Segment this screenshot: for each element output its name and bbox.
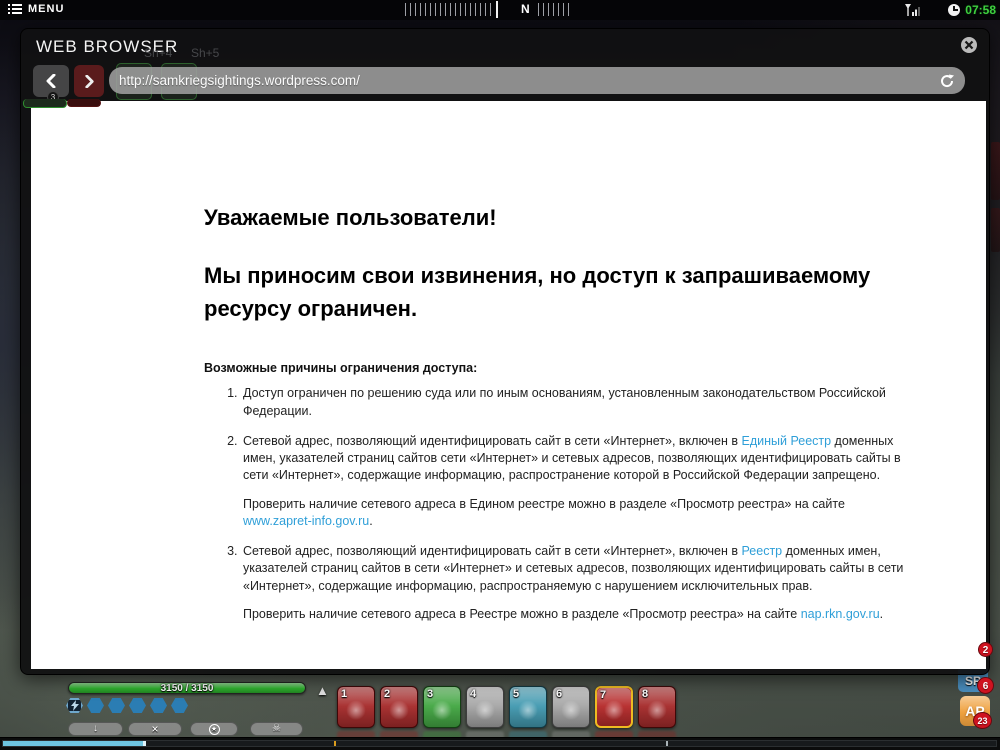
menu-icon: [8, 3, 22, 15]
reason-2-check-text: Проверить наличие сетевого адреса в Един…: [243, 497, 845, 511]
slot-key: 4: [470, 688, 476, 700]
forward-icon: [84, 75, 95, 88]
xp-marker: [143, 741, 146, 746]
slot-key: 1: [341, 688, 347, 700]
skull-icon: ☠: [272, 724, 281, 734]
health-value: 3150 / 3150: [69, 683, 305, 693]
skull-button[interactable]: ☠: [250, 722, 303, 736]
register-link[interactable]: Реестр: [742, 544, 783, 558]
hidden-counter-badge: 2: [978, 642, 993, 657]
sp-counter-badge: 6: [977, 677, 994, 694]
ability-slot-8[interactable]: 8: [638, 686, 676, 728]
menu-button[interactable]: MENU: [8, 3, 64, 15]
shortcut-hint-2: Sh+5: [191, 46, 219, 60]
reason-2-check: Проверить наличие сетевого адреса в Един…: [243, 496, 916, 531]
lightning-icon: [66, 698, 83, 713]
down-arrow-icon: ↓: [93, 724, 98, 734]
slot-key: 5: [513, 688, 519, 700]
xp-bar: [2, 740, 997, 747]
compass-heading-marker: [496, 1, 498, 18]
reason-2-check-period: .: [369, 514, 372, 528]
signal-icon: [900, 3, 922, 17]
pentagram-icon: ★: [209, 724, 220, 735]
resource-pip: [87, 698, 104, 713]
url-bar[interactable]: http://samkriegsightings.wordpress.com/: [109, 67, 965, 94]
shortcut-hint-1: Sh+4: [144, 46, 172, 60]
ability-slot-3[interactable]: 3: [423, 686, 461, 728]
reason-1-text: Доступ ограничен по решению суда или по …: [243, 386, 886, 417]
resource-pip: [129, 698, 146, 713]
close-icon[interactable]: [960, 36, 978, 54]
menu-label: MENU: [28, 3, 64, 15]
nap-rkn-link[interactable]: nap.rkn.gov.ru: [801, 607, 880, 621]
back-icon: [45, 74, 57, 88]
notice-heading: Уважаемые пользователи!: [204, 205, 946, 231]
resource-pip: [171, 698, 188, 713]
reason-item-3: Сетевой адрес, позволяющий идентифициров…: [241, 543, 916, 623]
ability-bar: 1 2 3 4 5 6 7 8: [337, 686, 676, 728]
reason-3-text-before: Сетевой адрес, позволяющий идентифициров…: [243, 544, 742, 558]
slot-key: 6: [556, 688, 562, 700]
xp-bar-fill: [3, 741, 143, 746]
xp-yellow-tick: [334, 741, 336, 746]
clock-time: 07:58: [965, 3, 996, 17]
x-icon: ×: [151, 723, 158, 735]
occluded-ui-sliver: [991, 208, 1000, 252]
resource-pip: [150, 698, 167, 713]
reason-item-2: Сетевой адрес, позволяющий идентифициров…: [241, 433, 916, 530]
occluded-game-icon: [67, 99, 101, 107]
ability-slot-7[interactable]: 7: [595, 686, 633, 728]
occluded-ui-sliver: [991, 142, 1000, 200]
occluded-game-icon: [23, 99, 67, 108]
browser-page: Уважаемые пользователи! Мы приносим свои…: [31, 101, 986, 669]
slot-key: 8: [642, 688, 648, 700]
reasons-label: Возможные причины ограничения доступа:: [204, 361, 946, 375]
reason-2-text-before: Сетевой адрес, позволяющий идентифициров…: [243, 434, 742, 448]
resource-row: [66, 698, 188, 713]
slot-key: 3: [427, 688, 433, 700]
reason-3-check: Проверить наличие сетевого адреса в Реес…: [243, 606, 916, 623]
ability-slot-1[interactable]: 1: [337, 686, 375, 728]
reason-3-check-text: Проверить наличие сетевого адреса в Реес…: [243, 607, 801, 621]
clock-icon: [948, 4, 960, 16]
block-notice-document: Уважаемые пользователи! Мы приносим свои…: [31, 101, 986, 623]
health-bar: 3150 / 3150: [68, 682, 306, 694]
url-text[interactable]: http://samkriegsightings.wordpress.com/: [119, 73, 939, 88]
reasons-list: Доступ ограничен по решению суда или по …: [204, 385, 916, 623]
ability-slot-6[interactable]: 6: [552, 686, 590, 728]
forward-button[interactable]: [74, 65, 104, 97]
xp-band: [0, 737, 1000, 750]
zapret-info-link[interactable]: www.zapret-info.gov.ru: [243, 514, 369, 528]
ability-slot-5[interactable]: 5: [509, 686, 547, 728]
game-screen: MENU N 07:58 WEB BROWSER Sh+4 Sh+5: [0, 0, 1000, 750]
ability-slot-4[interactable]: 4: [466, 686, 504, 728]
ap-counter-badge: 23: [973, 712, 992, 729]
compass-ticks-left: [405, 3, 495, 16]
slot-key: 2: [384, 688, 390, 700]
notice-subheading: Мы приносим свои извинения, но доступ к …: [204, 259, 946, 325]
unified-register-link[interactable]: Единый Реестр: [742, 434, 832, 448]
collapse-button[interactable]: ↓: [68, 722, 123, 736]
top-bar: MENU N 07:58: [0, 0, 1000, 20]
compass-north-label: N: [521, 2, 530, 16]
refresh-icon[interactable]: [939, 73, 955, 89]
dismiss-button[interactable]: ×: [128, 722, 182, 736]
resource-pip: [108, 698, 125, 713]
ability-slot-2[interactable]: 2: [380, 686, 418, 728]
pentagram-button[interactable]: ★: [190, 722, 238, 736]
web-browser-window: WEB BROWSER Sh+4 Sh+5 3 http://samkriegs…: [20, 28, 990, 675]
reason-item-1: Доступ ограничен по решению суда или по …: [241, 385, 916, 420]
compass-ticks-right: [538, 3, 572, 16]
xp-white-tick: [666, 741, 668, 746]
reason-3-check-period: .: [880, 607, 883, 621]
slot-key: 7: [600, 689, 606, 701]
hud-expand-arrow-icon[interactable]: ▲: [316, 683, 329, 698]
